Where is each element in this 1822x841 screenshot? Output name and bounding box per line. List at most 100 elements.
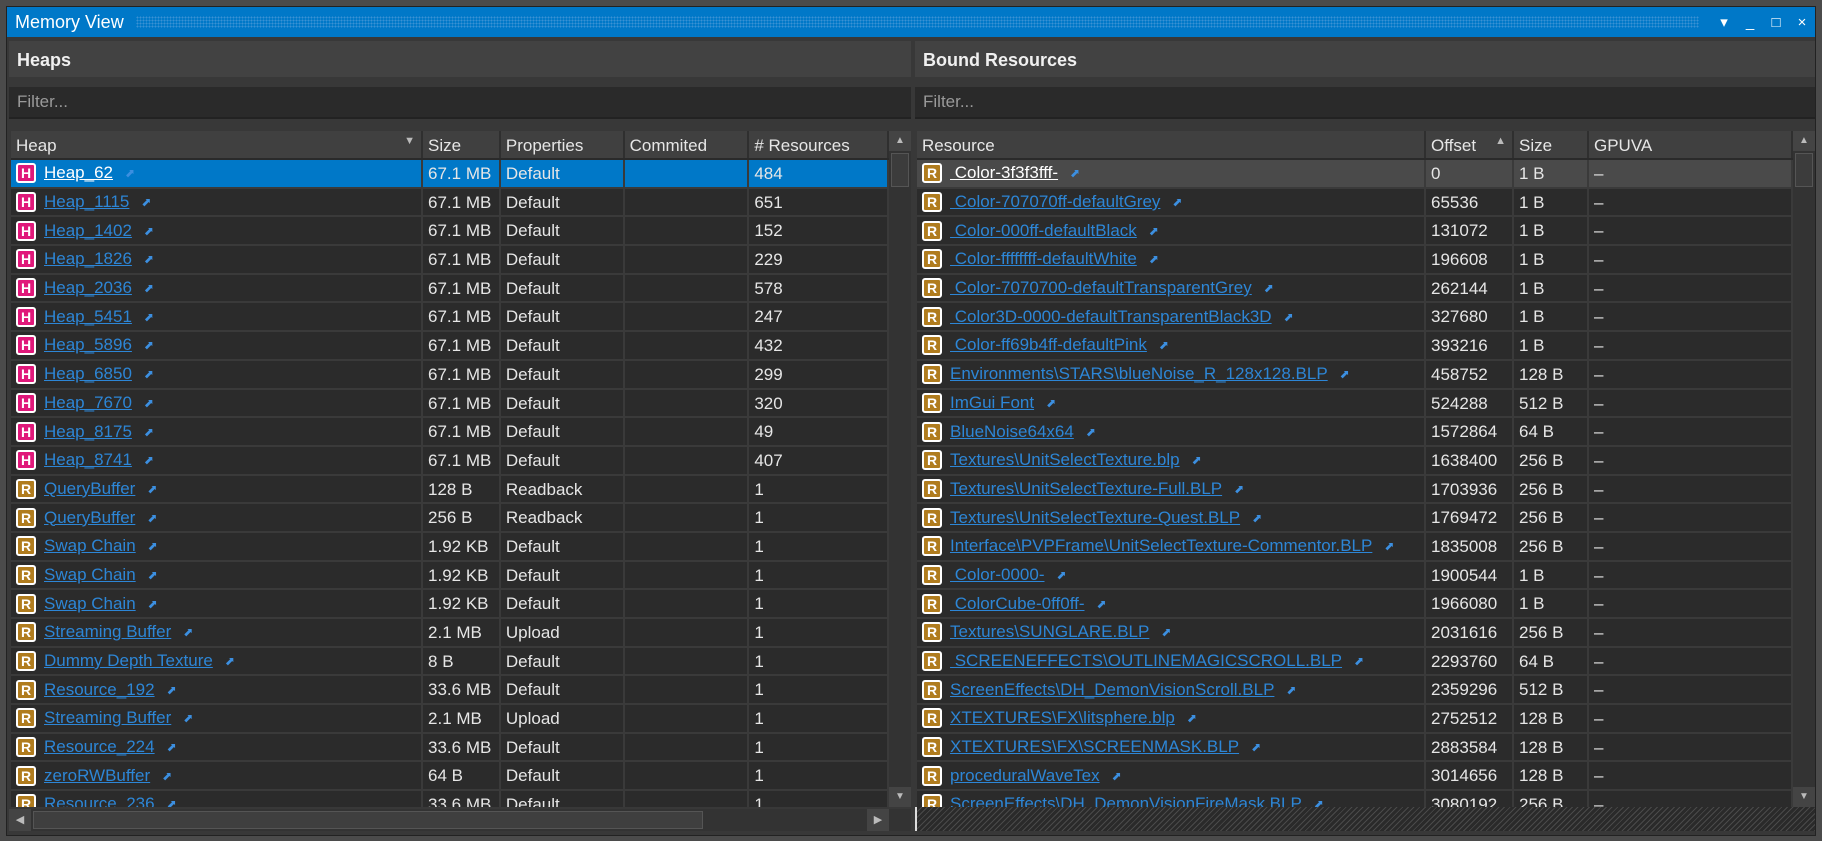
- goto-link-icon[interactable]: ⬈: [144, 310, 154, 324]
- resource-link[interactable]: Resource_224: [44, 737, 155, 757]
- goto-link-icon[interactable]: ⬈: [1086, 425, 1096, 439]
- table-row[interactable]: R Swap Chain ⬈ 1.92 KB Default 1: [11, 590, 889, 619]
- table-row[interactable]: R Resource_192 ⬈ 33.6 MB Default 1: [11, 676, 889, 706]
- table-row[interactable]: R Streaming Buffer ⬈ 2.1 MB Upload 1: [11, 619, 889, 648]
- table-row[interactable]: R Resource_236 ⬈ 33.6 MB Default 1: [11, 791, 889, 807]
- goto-link-icon[interactable]: ⬈: [144, 453, 154, 467]
- goto-link-icon[interactable]: ⬈: [167, 740, 177, 754]
- table-row[interactable]: R Color-ff69b4ff-defaultPink ⬈ 393216 1 B –: [917, 332, 1793, 361]
- table-row[interactable]: RzeroRWBuffer ⬈ 64 B Default 1: [11, 762, 889, 792]
- resource-link[interactable]: Heap_5896: [44, 335, 132, 355]
- goto-link-icon[interactable]: ⬈: [167, 683, 177, 697]
- resource-link[interactable]: QueryBuffer: [44, 479, 135, 499]
- title-bar[interactable]: Memory View ▾ _ □ ×: [7, 7, 1815, 37]
- scroll-up-icon[interactable]: ▲: [889, 131, 911, 151]
- title-grip[interactable]: [135, 16, 1699, 28]
- resource-link[interactable]: Heap_1402: [44, 221, 132, 241]
- goto-link-icon[interactable]: ⬈: [144, 367, 154, 381]
- table-row[interactable]: H Heap_1115 ⬈ 67.1 MB Default 651: [11, 188, 889, 218]
- scroll-thumb[interactable]: [1795, 153, 1813, 187]
- resource-link[interactable]: XTEXTURES\FX\SCREENMASK.BLP: [950, 737, 1239, 757]
- scroll-thumb[interactable]: [891, 153, 909, 187]
- goto-link-icon[interactable]: ⬈: [1314, 797, 1324, 807]
- resource-link[interactable]: Color3D-0000-defaultTransparentBlack3D: [950, 307, 1272, 327]
- goto-link-icon[interactable]: ⬈: [144, 338, 154, 352]
- goto-link-icon[interactable]: ⬈: [1234, 482, 1244, 496]
- resource-link[interactable]: ImGui Font: [950, 393, 1034, 413]
- minimize-icon[interactable]: _: [1737, 14, 1763, 31]
- goto-link-icon[interactable]: ⬈: [144, 252, 154, 266]
- bound-vertical-scrollbar[interactable]: ▲ ▼: [1793, 131, 1815, 807]
- goto-link-icon[interactable]: ⬈: [1264, 281, 1274, 295]
- col-size[interactable]: Size: [423, 131, 501, 158]
- table-row[interactable]: R Color-707070ff-defaultGrey ⬈ 65536 1 B –: [917, 188, 1793, 218]
- table-row[interactable]: R BlueNoise64x64 ⬈ 1572864 64 B –: [917, 418, 1793, 447]
- bound-resources-filter-input[interactable]: [915, 87, 1815, 119]
- resource-link[interactable]: Heap_8741: [44, 450, 132, 470]
- goto-link-icon[interactable]: ⬈: [144, 396, 154, 410]
- resource-link[interactable]: Heap_5451: [44, 307, 132, 327]
- resource-link[interactable]: Heap_6850: [44, 364, 132, 384]
- table-row[interactable]: R XTEXTURES\FX\litsphere.blp ⬈ 2752512 128 B…: [917, 705, 1793, 734]
- table-row[interactable]: R Color3D-0000-defaultTransparentBlack3D…: [917, 303, 1793, 333]
- col-commited[interactable]: Commited: [625, 131, 750, 158]
- scroll-down-icon[interactable]: ▼: [1793, 787, 1815, 807]
- table-row[interactable]: R QueryBuffer ⬈ 128 B Readback 1: [11, 475, 889, 505]
- resource-link[interactable]: XTEXTURES\FX\litsphere.blp: [950, 708, 1175, 728]
- goto-link-icon[interactable]: ⬈: [147, 482, 157, 496]
- table-row[interactable]: H Heap_8741 ⬈ 67.1 MB Default 407: [11, 446, 889, 476]
- maximize-icon[interactable]: □: [1763, 14, 1789, 31]
- goto-link-icon[interactable]: ⬈: [1046, 396, 1056, 410]
- resource-link[interactable]: Color-000ff-defaultBlack: [950, 221, 1137, 241]
- resource-link[interactable]: proceduralWaveTex: [950, 766, 1100, 786]
- goto-link-icon[interactable]: ⬈: [1070, 166, 1080, 180]
- goto-link-icon[interactable]: ⬈: [1384, 539, 1394, 553]
- resource-link[interactable]: BlueNoise64x64: [950, 422, 1074, 442]
- col-resource[interactable]: Resource: [917, 131, 1426, 158]
- table-row[interactable]: H Heap_62 ⬈ 67.1 MB Default 484: [11, 160, 889, 189]
- table-row[interactable]: R Streaming Buffer ⬈ 2.1 MB Upload 1: [11, 705, 889, 734]
- goto-link-icon[interactable]: ⬈: [148, 539, 158, 553]
- resource-link[interactable]: Textures\UnitSelectTexture.blp: [950, 450, 1180, 470]
- col-heap[interactable]: Heap ▼: [11, 131, 424, 158]
- goto-link-icon[interactable]: ⬈: [1161, 625, 1171, 639]
- goto-link-icon[interactable]: ⬈: [1192, 453, 1202, 467]
- col-offset[interactable]: Offset ▲: [1426, 131, 1514, 158]
- col-gpuva[interactable]: GPUVA: [1589, 131, 1793, 158]
- resource-link[interactable]: ScreenEffects\DH_DemonVisionScroll.BLP: [950, 680, 1274, 700]
- resource-link[interactable]: Color-0000-: [950, 565, 1045, 585]
- resource-link[interactable]: Swap Chain: [44, 536, 136, 556]
- scroll-up-icon[interactable]: ▲: [1793, 131, 1815, 151]
- goto-link-icon[interactable]: ⬈: [1172, 195, 1182, 209]
- table-row[interactable]: R Textures\SUNGLARE.BLP ⬈ 2031616 256 B –: [917, 619, 1793, 648]
- resource-link[interactable]: ColorCube-0ff0ff-: [950, 594, 1085, 614]
- resource-link[interactable]: Textures\SUNGLARE.BLP: [950, 622, 1149, 642]
- resource-link[interactable]: QueryBuffer: [44, 508, 135, 528]
- resource-link[interactable]: Interface\PVPFrame\UnitSelectTexture-Com…: [950, 536, 1372, 556]
- goto-link-icon[interactable]: ⬈: [125, 166, 135, 180]
- goto-link-icon[interactable]: ⬈: [1252, 511, 1262, 525]
- goto-link-icon[interactable]: ⬈: [144, 224, 154, 238]
- col-resources[interactable]: # Resources: [749, 131, 889, 158]
- resource-link[interactable]: Swap Chain: [44, 565, 136, 585]
- table-row[interactable]: R XTEXTURES\FX\SCREENMASK.BLP ⬈ 2883584 128 …: [917, 733, 1793, 763]
- resource-link[interactable]: Heap_1826: [44, 249, 132, 269]
- table-row[interactable]: R Swap Chain ⬈ 1.92 KB Default 1: [11, 561, 889, 591]
- resource-link[interactable]: Color-7070700-defaultTransparentGrey: [950, 278, 1252, 298]
- table-row[interactable]: H Heap_8175 ⬈ 67.1 MB Default 49: [11, 418, 889, 447]
- resource-link[interactable]: Streaming Buffer: [44, 708, 171, 728]
- close-icon[interactable]: ×: [1789, 14, 1815, 31]
- goto-link-icon[interactable]: ⬈: [144, 425, 154, 439]
- goto-link-icon[interactable]: ⬈: [1057, 568, 1067, 582]
- table-row[interactable]: R Color-000ff-defaultBlack ⬈ 131072 1 B –: [917, 217, 1793, 247]
- table-row[interactable]: R Swap Chain ⬈ 1.92 KB Default 1: [11, 532, 889, 562]
- table-row[interactable]: R ScreenEffects\DH_DemonVisionFireMask.BL…: [917, 791, 1793, 807]
- table-row[interactable]: R Color-3f3f3fff- ⬈ 0 1 B –: [917, 160, 1793, 189]
- goto-link-icon[interactable]: ⬈: [1159, 338, 1169, 352]
- goto-link-icon[interactable]: ⬈: [1251, 740, 1261, 754]
- table-row[interactable]: R Color-0000- ⬈ 1900544 1 B –: [917, 561, 1793, 591]
- goto-link-icon[interactable]: ⬈: [1149, 252, 1159, 266]
- goto-link-icon[interactable]: ⬈: [183, 711, 193, 725]
- table-row[interactable]: H Heap_5896 ⬈ 67.1 MB Default 432: [11, 332, 889, 361]
- resource-link[interactable]: Swap Chain: [44, 594, 136, 614]
